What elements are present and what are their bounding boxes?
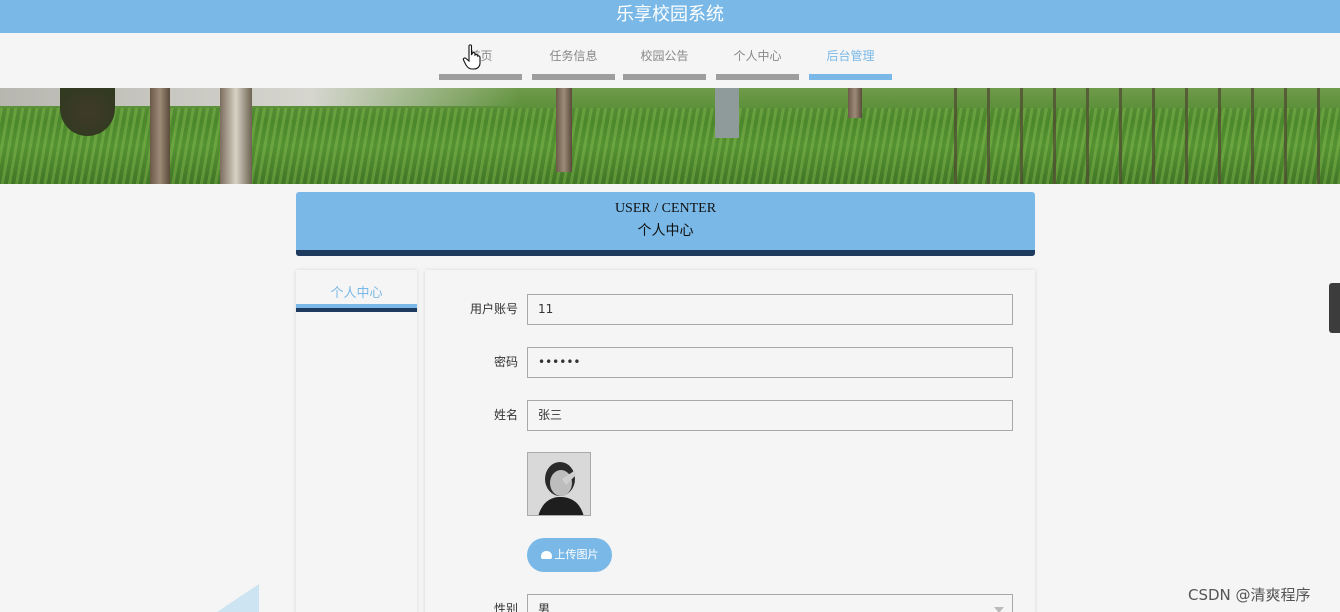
nav-announcements[interactable]: 校园公告 xyxy=(623,48,706,80)
gender-value: 男 xyxy=(538,602,551,612)
profile-form: 用户账号 11 密码 •••••• 姓名 张三 性别 男 xyxy=(425,270,1035,612)
nav-tasks[interactable]: 任务信息 xyxy=(532,48,615,80)
nav-label: 后台管理 xyxy=(826,49,875,63)
user-center-title-en: USER / CENTER xyxy=(614,201,717,216)
gender-label: 性别 xyxy=(493,602,518,612)
gender-select[interactable]: 男 xyxy=(527,594,1013,612)
chevron-down-icon xyxy=(994,607,1004,612)
sidebar-item-personal-center[interactable]: 个人中心 xyxy=(296,282,417,314)
nav-label: 校园公告 xyxy=(640,49,689,63)
watermark: CSDN @清爽程序 xyxy=(1188,586,1311,604)
nav-personal-center[interactable]: 个人中心 xyxy=(716,48,799,80)
app-header: 乐享校园系统 xyxy=(0,0,1340,33)
name-input[interactable]: 张三 xyxy=(527,400,1013,431)
upload-button-label: 上传图片 xyxy=(554,548,599,561)
username-label: 用户账号 xyxy=(469,302,518,316)
password-input[interactable]: •••••• xyxy=(527,347,1013,378)
sidebar: 个人中心 xyxy=(296,270,417,612)
username-input[interactable]: 11 xyxy=(527,294,1013,325)
username-row: 用户账号 11 xyxy=(425,294,1035,325)
nav-admin[interactable]: 后台管理 xyxy=(809,48,892,80)
user-center-header: USER / CENTER 个人中心 xyxy=(296,192,1035,256)
campus-banner-image xyxy=(0,88,1340,184)
nav-label: 任务信息 xyxy=(549,49,598,63)
name-row: 姓名 张三 xyxy=(425,400,1035,431)
nav-label: 个人中心 xyxy=(733,49,782,63)
password-label: 密码 xyxy=(493,355,518,369)
app-title: 乐享校园系统 xyxy=(616,4,724,25)
user-center-title-zh: 个人中心 xyxy=(637,223,694,239)
gender-row: 性别 男 xyxy=(425,594,1035,612)
sidebar-item-label: 个人中心 xyxy=(330,286,383,301)
avatar xyxy=(527,452,591,516)
password-row: 密码 •••••• xyxy=(425,347,1035,378)
main-nav: 首页 任务信息 校园公告 个人中心 后台管理 xyxy=(0,33,1340,88)
cloud-upload-icon xyxy=(540,551,552,559)
upload-image-button[interactable]: 上传图片 xyxy=(527,538,612,572)
name-label: 姓名 xyxy=(493,408,518,422)
hand-cursor-icon xyxy=(462,44,481,70)
paper-plane-icon xyxy=(207,584,259,612)
avatar-photo xyxy=(528,453,590,515)
side-toggle-tab[interactable] xyxy=(1329,283,1340,333)
